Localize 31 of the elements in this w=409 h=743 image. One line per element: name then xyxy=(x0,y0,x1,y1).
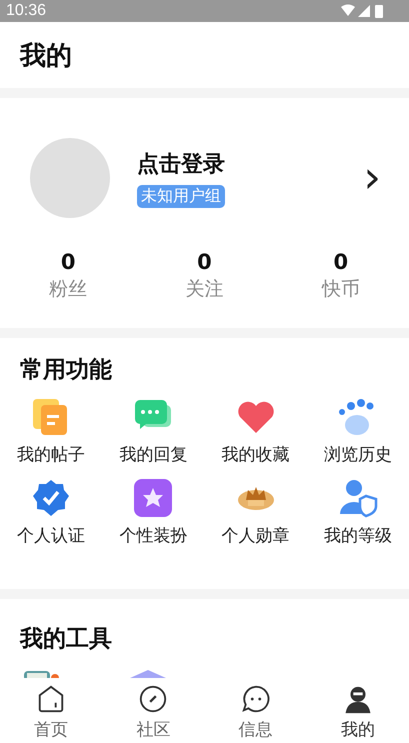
stat-label: 关注 xyxy=(185,277,224,302)
section-title: 我的工具 xyxy=(20,626,112,652)
stat-value: 0 xyxy=(60,250,76,274)
page-title: 我的 xyxy=(20,40,72,72)
function-label[interactable]: 我的等级 xyxy=(324,524,392,547)
function-label[interactable]: 浏览历史 xyxy=(324,443,392,466)
status-icons xyxy=(341,4,385,18)
tool-icon[interactable] xyxy=(128,670,168,678)
section-title: 常用功能 xyxy=(20,357,112,383)
tab[interactable]: 社区 xyxy=(102,681,204,743)
stat-value: 0 xyxy=(334,250,348,274)
stat-label: 快币 xyxy=(322,277,360,302)
tab[interactable]: 我的 xyxy=(306,681,409,743)
function-label[interactable]: 个性装扮 xyxy=(119,524,188,547)
tab[interactable]: 信息 xyxy=(204,681,307,743)
stat-value: 0 xyxy=(197,250,212,274)
tab[interactable]: 首页 xyxy=(0,681,102,743)
status-time: 10:36 xyxy=(6,2,46,20)
user-group-tag: 未知用户组 xyxy=(137,184,225,208)
stat-label: 粉丝 xyxy=(49,277,88,302)
function-label[interactable]: 我的回复 xyxy=(119,443,188,466)
function-label[interactable]: 个人勋章 xyxy=(222,524,290,547)
chat-icon xyxy=(240,684,271,714)
verified-badge-icon[interactable] xyxy=(31,478,72,518)
user-shield-icon[interactable] xyxy=(338,478,378,518)
function-label[interactable]: 个人认证 xyxy=(17,524,86,547)
chevron-icon[interactable]: › xyxy=(363,156,381,200)
login-link[interactable]: 点击登录 xyxy=(137,148,225,178)
compass-icon xyxy=(138,684,168,714)
function-label[interactable]: 我的收藏 xyxy=(222,443,290,466)
function-label[interactable]: 我的帖子 xyxy=(17,443,86,466)
